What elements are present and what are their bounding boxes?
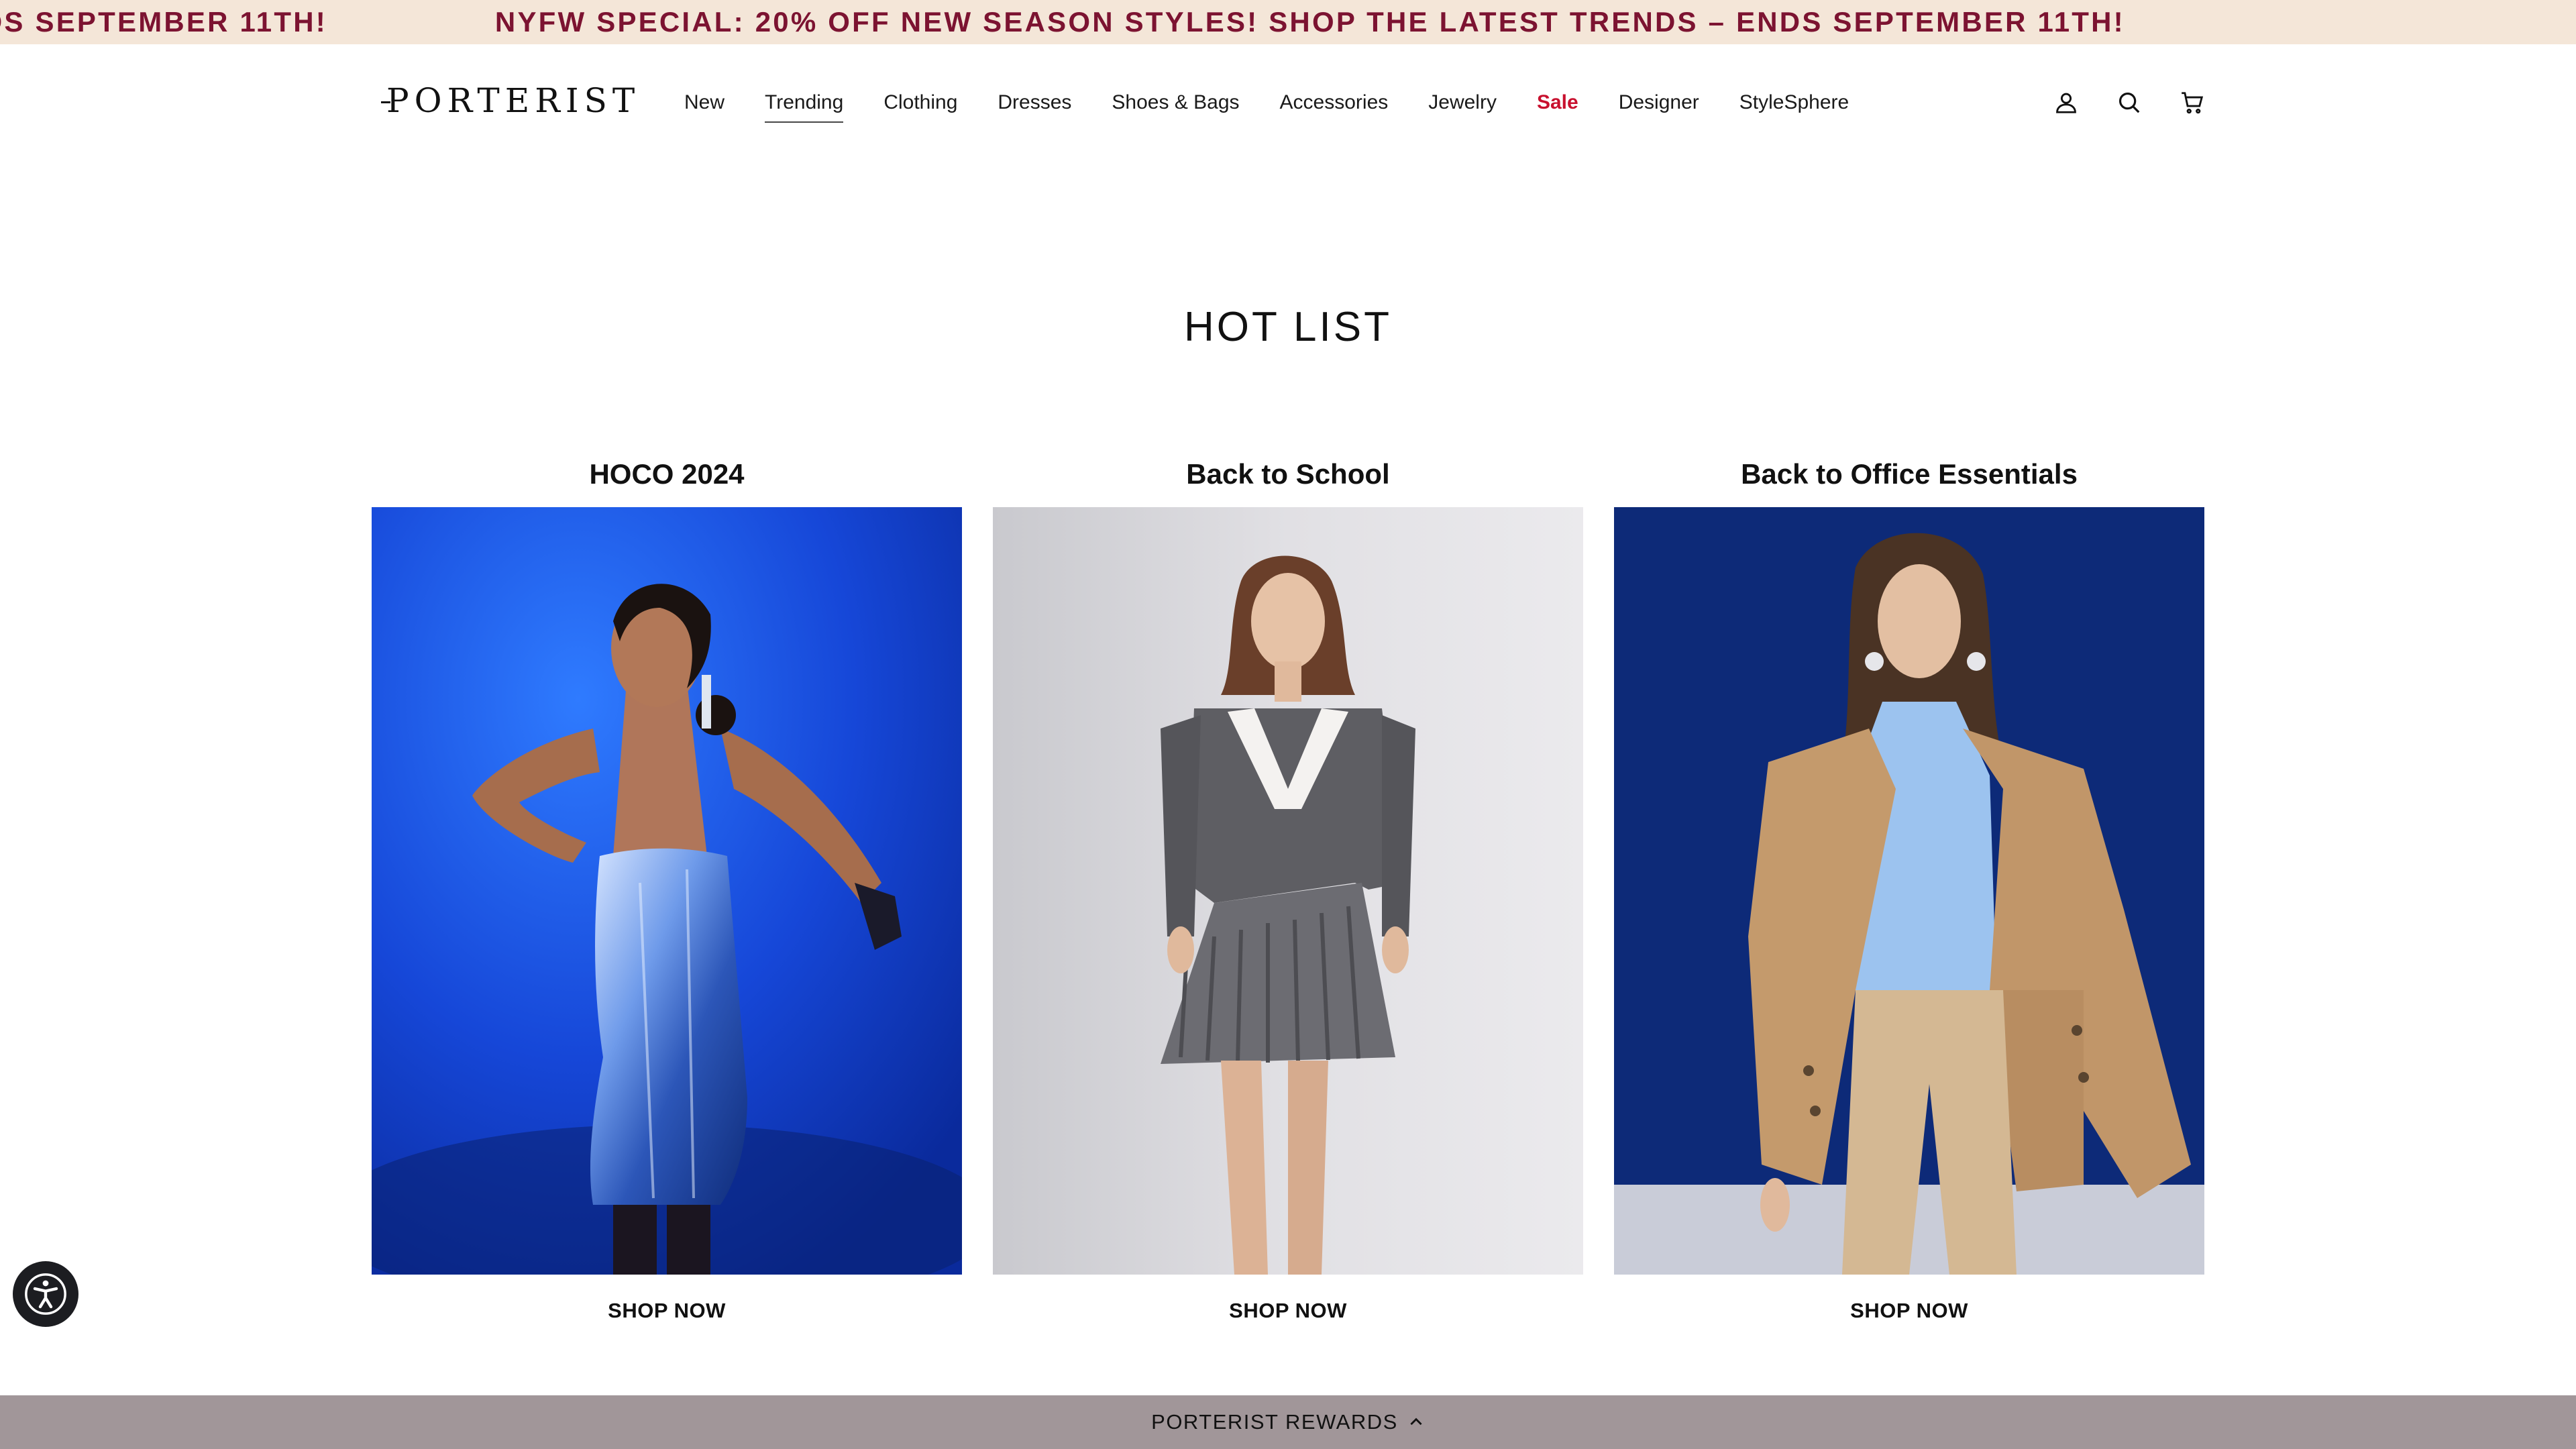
announcement-message: NYFW SPECIAL: 20% OFF NEW SEASON STYLES!… bbox=[494, 6, 2125, 38]
nav-clothing[interactable]: Clothing bbox=[883, 89, 957, 116]
main-nav: New Trending Clothing Dresses Shoes & Ba… bbox=[684, 44, 1889, 161]
header-actions bbox=[2050, 44, 2239, 161]
announcement-bar: NYFW SPECIAL: 20% OFF NEW SEASON STYLES!… bbox=[0, 0, 2576, 44]
shop-now-link[interactable]: SHOP NOW bbox=[372, 1299, 962, 1323]
cart-icon[interactable] bbox=[2176, 87, 2208, 119]
account-icon[interactable] bbox=[2050, 87, 2082, 119]
accessibility-button[interactable] bbox=[13, 1261, 78, 1327]
rewards-label: PORTERIST REWARDS bbox=[1151, 1410, 1398, 1434]
nav-accessories[interactable]: Accessories bbox=[1280, 89, 1389, 116]
card-title[interactable]: HOCO 2024 bbox=[372, 451, 962, 507]
section-title: HOT LIST bbox=[1184, 304, 1392, 350]
nav-sale[interactable]: Sale bbox=[1537, 89, 1578, 116]
collection-card: Back to Office Essentials SHOP NOW bbox=[1614, 451, 2204, 1323]
collection-card: HOCO 2024 SHOP NOW bbox=[372, 451, 962, 1323]
rewards-bar[interactable]: PORTERIST REWARDS bbox=[0, 1395, 2576, 1449]
card-image-office[interactable] bbox=[1614, 507, 2204, 1275]
card-title[interactable]: Back to School bbox=[993, 451, 1583, 507]
nav-shoes-bags[interactable]: Shoes & Bags bbox=[1112, 89, 1239, 116]
nav-new[interactable]: New bbox=[684, 89, 724, 116]
card-title[interactable]: Back to Office Essentials bbox=[1614, 451, 2204, 507]
nav-dresses[interactable]: Dresses bbox=[998, 89, 1071, 116]
nav-trending[interactable]: Trending bbox=[765, 89, 844, 123]
collection-card: Back to School SHOP NOW bbox=[993, 451, 1583, 1323]
site-header: PORTERIST New Trending Clothing Dresses … bbox=[0, 44, 2576, 161]
announcement-message: NYFW SPECIAL: 20% OFF NEW SEASON STYLES!… bbox=[0, 6, 327, 38]
nav-designer[interactable]: Designer bbox=[1619, 89, 1699, 116]
card-image-hoco[interactable] bbox=[372, 507, 962, 1275]
nav-jewelry[interactable]: Jewelry bbox=[1428, 89, 1497, 116]
shop-now-link[interactable]: SHOP NOW bbox=[1614, 1299, 2204, 1323]
site-logo[interactable]: PORTERIST bbox=[381, 81, 640, 121]
chevron-up-icon bbox=[1410, 1417, 1422, 1426]
shop-now-link[interactable]: SHOP NOW bbox=[993, 1299, 1583, 1323]
search-icon[interactable] bbox=[2113, 87, 2145, 119]
logo-text: PORTERIST bbox=[386, 81, 641, 120]
announcement-track: NYFW SPECIAL: 20% OFF NEW SEASON STYLES!… bbox=[0, 0, 2293, 44]
logo-mark bbox=[381, 101, 390, 103]
nav-stylesphere[interactable]: StyleSphere bbox=[1739, 89, 1849, 116]
card-image-back-to-school[interactable] bbox=[993, 507, 1583, 1275]
accessibility-icon bbox=[25, 1273, 66, 1315]
